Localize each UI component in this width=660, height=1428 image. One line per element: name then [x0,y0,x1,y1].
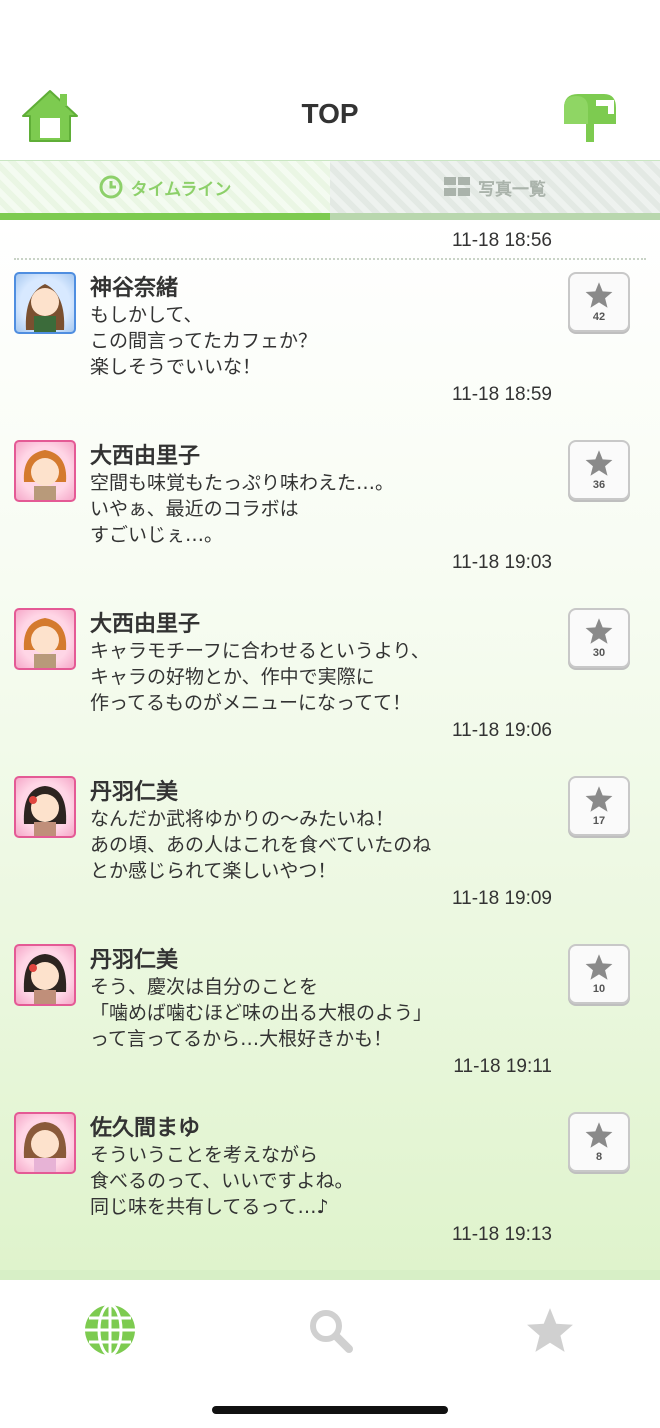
star-icon [585,618,613,644]
clock-icon [99,175,123,199]
post-timestamp: 11-18 18:59 [451,384,552,405]
post-timestamp: 11-18 19:06 [451,720,552,741]
home-indicator[interactable] [212,1406,448,1414]
avatar[interactable] [14,440,76,502]
timeline-feed[interactable]: 11-18 18:56 神谷奈緒 もしかして、 この間言ってたカフェか？ 楽しそ… [0,220,660,1270]
tab-photos[interactable]: 写真一覧 [330,161,660,221]
tab-timeline[interactable]: タイムライン [0,161,330,221]
like-button[interactable]: 30 [568,608,630,668]
post-text: 空間も味覚もたっぷり味わえた…。 いやぁ、最近のコラボは すごいじぇ…。 [90,472,395,546]
post-author: 丹羽仁美 [90,948,179,973]
like-count: 30 [592,647,606,659]
post-author: 佐久間まゆ [90,1116,201,1141]
star-icon [585,1122,613,1148]
post-timestamp: 11-18 19:09 [451,888,552,909]
post-timestamp: 11-18 18:56 [451,230,552,251]
grid-icon [444,177,470,196]
avatar[interactable] [14,776,76,838]
nav-favorites[interactable] [520,1300,580,1360]
bottom-nav [0,1270,660,1428]
star-icon [585,450,613,476]
globe-icon [85,1303,135,1357]
like-button[interactable]: 36 [568,440,630,500]
post-text: もしかして、 この間言ってたカフェか？ 楽しそうでいいな！ [90,304,318,378]
post-timestamp: 11-18 19:03 [451,552,552,573]
nav-globe[interactable] [80,1300,140,1360]
tab-bar: タイムライン 写真一覧 [0,160,660,221]
like-count: 36 [592,479,606,491]
tab-photos-label: 写真一覧 [478,179,546,200]
post-author: 神谷奈緒 [90,276,179,301]
tab-timeline-label: タイムライン [130,179,232,200]
list-item: 神谷奈緒 もしかして、 この間言ってたカフェか？ 楽しそうでいいな！ 11-18… [0,262,660,430]
post-text: キャラモチーフに合わせるというより、 キャラの好物とか、作中で実際に 作ってるも… [90,640,430,714]
mailbox-button[interactable] [558,88,620,144]
mailbox-icon [564,94,616,142]
like-button[interactable]: 8 [568,1112,630,1172]
post-timestamp: 11-18 19:11 [453,1056,552,1077]
like-count: 8 [595,1151,603,1163]
search-icon [310,1310,353,1353]
nav-search[interactable] [300,1300,360,1360]
post-author: 大西由里子 [90,444,201,469]
like-count: 42 [592,311,606,323]
like-button[interactable]: 17 [568,776,630,836]
app-header: TOP [0,0,660,160]
post-text: そう、慶次は自分のことを 「噛めば噛むほど味の出る大根のよう」 って言ってるから… [90,976,433,1050]
like-button[interactable]: 42 [568,272,630,332]
avatar[interactable] [14,272,76,334]
like-count: 10 [592,983,606,995]
divider [14,258,646,260]
avatar[interactable] [14,608,76,670]
list-item: 丹羽仁美 なんだか武将ゆかりの〜みたいね！ あの頃、あの人はこれを食べていたのね… [0,766,660,934]
avatar[interactable] [14,1112,76,1174]
star-icon [585,786,613,812]
post-text: なんだか武将ゆかりの〜みたいね！ あの頃、あの人はこれを食べていたのね とか感じ… [90,808,432,882]
star-icon [585,282,613,308]
star-icon [585,954,613,980]
list-item: 丹羽仁美 そう、慶次は自分のことを 「噛めば噛むほど味の出る大根のよう」 って言… [0,934,660,1102]
list-item: 佐久間まゆ そういうことを考えながら 食べるのって、いいですよね。 同じ味を共有… [0,1102,660,1270]
list-item: 大西由里子 キャラモチーフに合わせるというより、 キャラの好物とか、作中で実際に… [0,598,660,766]
post-text: そういうことを考えながら 食べるのって、いいですよね。 同じ味を共有してるって…… [90,1144,354,1218]
avatar[interactable] [14,944,76,1006]
post-author: 丹羽仁美 [90,780,179,805]
like-count: 17 [592,815,606,827]
post-timestamp: 11-18 19:13 [451,1224,552,1245]
like-button[interactable]: 10 [568,944,630,1004]
post-author: 大西由里子 [90,612,201,637]
list-item: 大西由里子 空間も味覚もたっぷり味わえた…。 いやぁ、最近のコラボは すごいじぇ… [0,430,660,598]
star-icon [527,1308,573,1352]
